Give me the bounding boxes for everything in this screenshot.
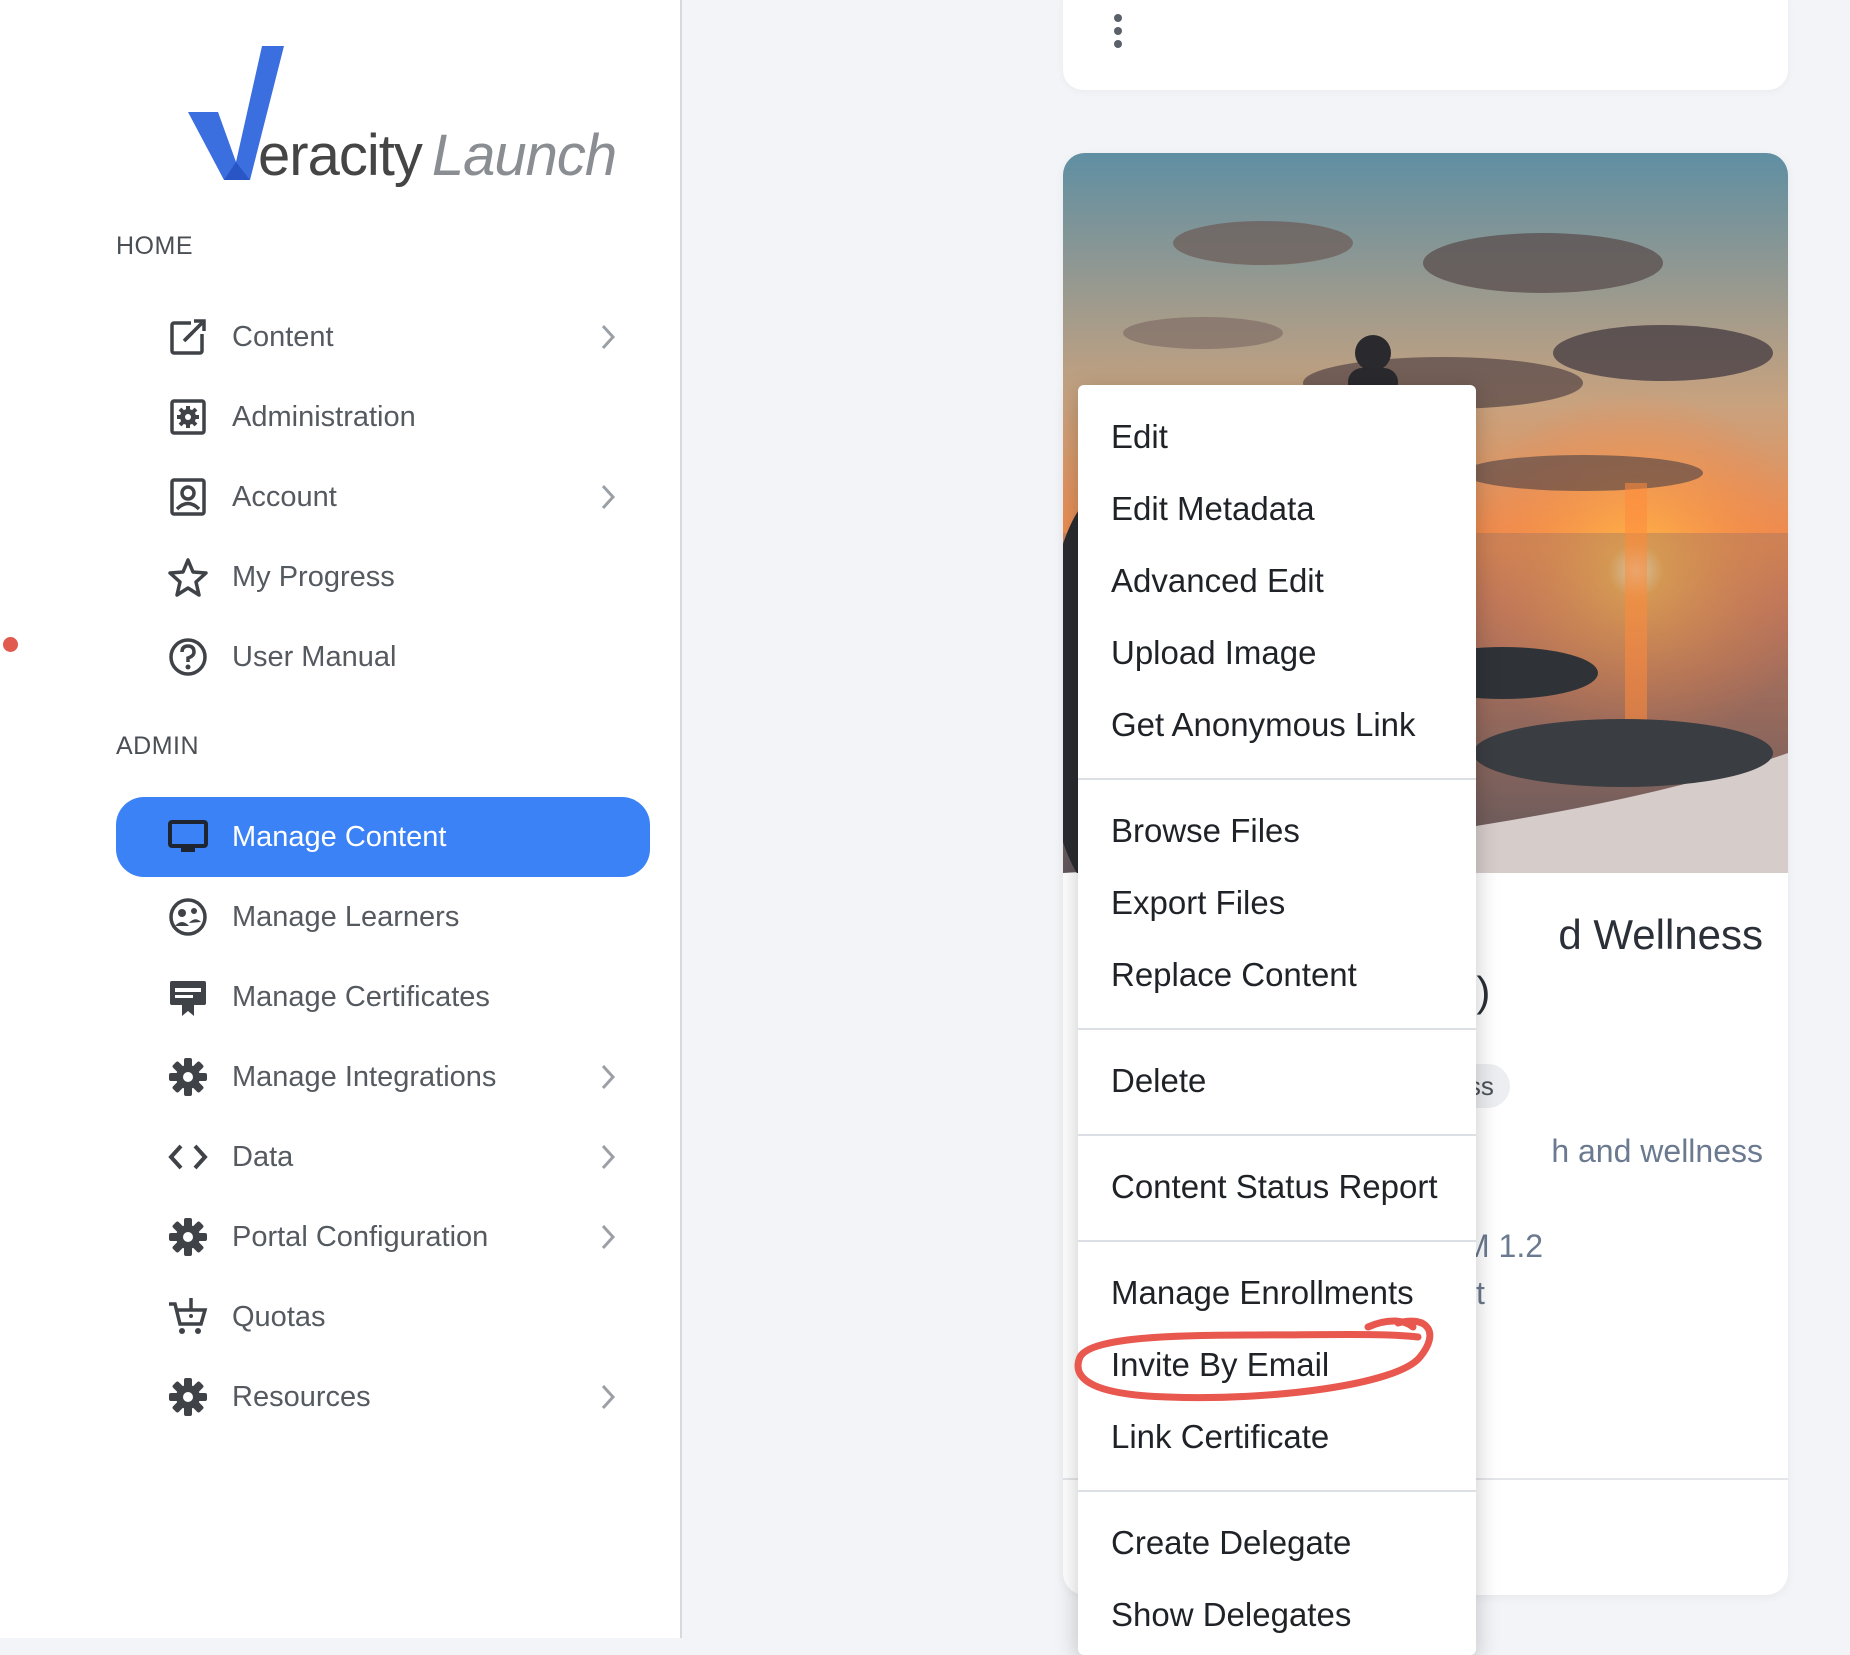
nav-label: Quotas — [232, 1300, 326, 1333]
content-meta-text: t — [1476, 1275, 1485, 1311]
veracity-launch-logo[interactable]: eracity Launch — [188, 44, 617, 194]
menu-item-delete[interactable]: Delete — [1111, 1062, 1206, 1100]
admin-gear-icon — [166, 395, 210, 439]
certificate-icon — [166, 975, 210, 1019]
menu-item-advanced-edit[interactable]: Advanced Edit — [1111, 562, 1324, 600]
menu-item-get-anonymous-link[interactable]: Get Anonymous Link — [1111, 706, 1416, 744]
nav-label: Manage Content — [232, 820, 447, 853]
nav-item-data[interactable]: Data — [116, 1117, 650, 1197]
external-edit-icon — [166, 315, 210, 359]
chevron-right-icon — [601, 1224, 616, 1250]
nav-item-portal-configuration[interactable]: Portal Configuration — [116, 1197, 650, 1277]
nav-item-account[interactable]: Account — [116, 457, 650, 537]
nav-label: Manage Integrations — [232, 1060, 497, 1093]
monitor-icon — [166, 815, 210, 859]
menu-divider — [1078, 1490, 1476, 1492]
nav-label: Content — [232, 320, 334, 353]
content-card-previous — [1063, 0, 1788, 90]
nav-item-manage-learners[interactable]: Manage Learners — [116, 877, 650, 957]
nav-label: Resources — [232, 1380, 371, 1413]
learners-icon — [166, 895, 210, 939]
menu-divider — [1078, 778, 1476, 780]
chevron-right-icon — [601, 1144, 616, 1170]
nav-item-quotas[interactable]: Quotas — [116, 1277, 650, 1357]
logo-main-text: eracity — [258, 123, 423, 188]
menu-item-show-delegates[interactable]: Show Delegates — [1111, 1596, 1351, 1634]
chevron-right-icon — [601, 1384, 616, 1410]
help-icon — [166, 635, 210, 679]
cart-icon — [166, 1295, 210, 1339]
menu-item-replace-content[interactable]: Replace Content — [1111, 956, 1357, 994]
section-label-home: HOME — [116, 232, 193, 260]
chevron-right-icon — [601, 324, 616, 350]
logo-text: eracity Launch — [258, 122, 617, 189]
nav-label: Portal Configuration — [232, 1220, 489, 1253]
chevron-right-icon — [601, 484, 616, 510]
account-icon — [166, 475, 210, 519]
menu-divider — [1078, 1028, 1476, 1030]
annotation-highlight-circle — [1074, 1317, 1434, 1402]
nav-label: Administration — [232, 400, 416, 433]
gear-icon — [166, 1055, 210, 1099]
menu-item-upload-image[interactable]: Upload Image — [1111, 634, 1316, 672]
more-options-icon[interactable] — [1104, 14, 1132, 54]
gear-icon — [166, 1375, 210, 1419]
nav-label: My Progress — [232, 560, 395, 593]
nav-item-manage-certificates[interactable]: Manage Certificates — [116, 957, 650, 1037]
nav-label: Data — [232, 1140, 294, 1173]
menu-item-browse-files[interactable]: Browse Files — [1111, 812, 1300, 850]
gear-icon — [166, 1215, 210, 1259]
code-icon — [166, 1135, 210, 1179]
menu-item-create-delegate[interactable]: Create Delegate — [1111, 1524, 1351, 1562]
nav-item-resources[interactable]: Resources — [116, 1357, 650, 1437]
nav-item-user-manual[interactable]: User Manual — [116, 617, 650, 697]
menu-divider — [1078, 1134, 1476, 1136]
nav-item-content[interactable]: Content — [116, 297, 650, 377]
section-label-admin: ADMIN — [116, 732, 200, 760]
logo-sub-text: Launch — [431, 123, 617, 188]
annotation-dot — [3, 637, 18, 652]
nav-item-manage-content[interactable]: Manage Content — [116, 797, 650, 877]
nav-item-my-progress[interactable]: My Progress — [116, 537, 650, 617]
menu-item-edit-metadata[interactable]: Edit Metadata — [1111, 490, 1315, 528]
menu-item-content-status-report[interactable]: Content Status Report — [1111, 1168, 1438, 1206]
nav-item-administration[interactable]: Administration — [116, 377, 650, 457]
menu-item-export-files[interactable]: Export Files — [1111, 884, 1285, 922]
sidebar: eracity Launch HOME Content Administratio… — [0, 0, 682, 1638]
menu-divider — [1078, 1240, 1476, 1242]
nav-label: Manage Certificates — [232, 980, 490, 1013]
star-icon — [166, 555, 210, 599]
content-actions-menu: Edit Edit Metadata Advanced Edit Upload … — [1078, 385, 1476, 1655]
menu-item-edit[interactable]: Edit — [1111, 418, 1168, 456]
nav-item-manage-integrations[interactable]: Manage Integrations — [116, 1037, 650, 1117]
nav-label: User Manual — [232, 640, 397, 673]
nav-label: Manage Learners — [232, 900, 460, 933]
nav-label: Account — [232, 480, 337, 513]
chevron-right-icon — [601, 1064, 616, 1090]
